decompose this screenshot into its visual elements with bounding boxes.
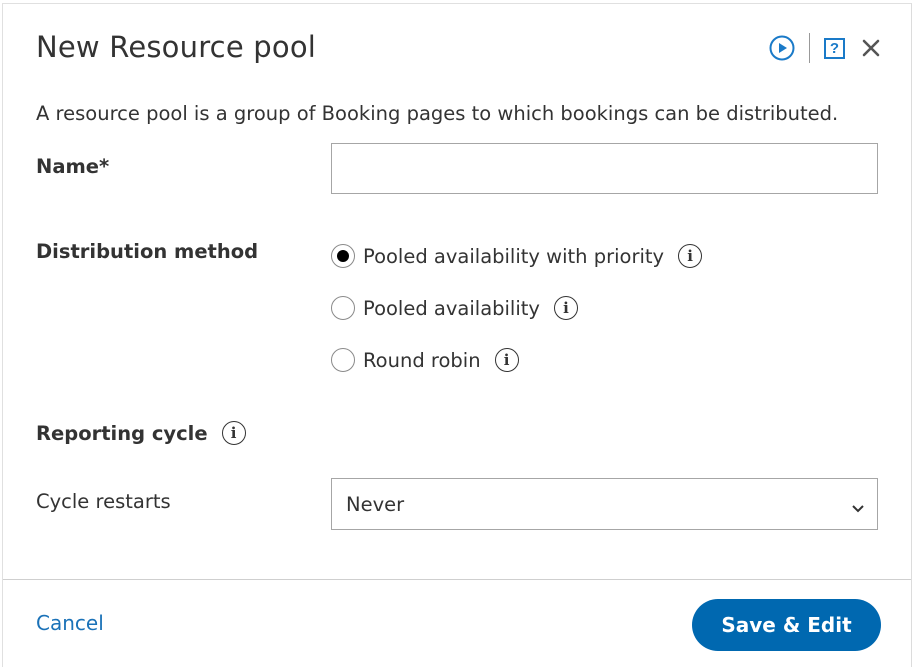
radio-label: Pooled availability with priority (363, 245, 664, 268)
header-icons: ? (769, 33, 881, 63)
distribution-method-label: Distribution method (36, 240, 258, 263)
radio-label: Pooled availability (363, 297, 540, 320)
cycle-restarts-label: Cycle restarts (36, 490, 171, 513)
reporting-cycle-label: Reporting cycle (36, 422, 208, 445)
footer-divider (3, 579, 911, 580)
dialog-title: New Resource pool (36, 30, 316, 64)
radio-button[interactable] (331, 296, 355, 320)
new-resource-pool-dialog: New Resource pool ? A resource pool is a… (2, 3, 912, 667)
play-icon[interactable] (769, 35, 795, 61)
chevron-down-icon (851, 499, 865, 509)
dialog-description: A resource pool is a group of Booking pa… (36, 102, 838, 125)
info-icon[interactable]: i (495, 348, 519, 372)
radio-label: Round robin (363, 349, 481, 372)
info-icon[interactable]: i (554, 296, 578, 320)
radio-round-robin[interactable]: Round robin i (331, 348, 519, 372)
header-divider (809, 33, 810, 63)
save-and-edit-button[interactable]: Save & Edit (692, 599, 881, 651)
close-icon[interactable] (861, 38, 881, 58)
name-input[interactable] (331, 143, 878, 194)
radio-selected-dot (337, 250, 349, 262)
radio-button[interactable] (331, 348, 355, 372)
info-icon[interactable]: i (678, 244, 702, 268)
name-label: Name* (36, 155, 109, 178)
reporting-cycle-heading: Reporting cycle i (36, 421, 246, 445)
help-icon[interactable]: ? (824, 38, 845, 59)
info-icon[interactable]: i (222, 421, 246, 445)
radio-pooled-availability-with-priority[interactable]: Pooled availability with priority i (331, 244, 702, 268)
radio-pooled-availability[interactable]: Pooled availability i (331, 296, 578, 320)
select-value: Never (346, 493, 404, 516)
cycle-restarts-select[interactable]: Never (331, 478, 878, 530)
radio-button[interactable] (331, 244, 355, 268)
cancel-button[interactable]: Cancel (36, 611, 104, 635)
